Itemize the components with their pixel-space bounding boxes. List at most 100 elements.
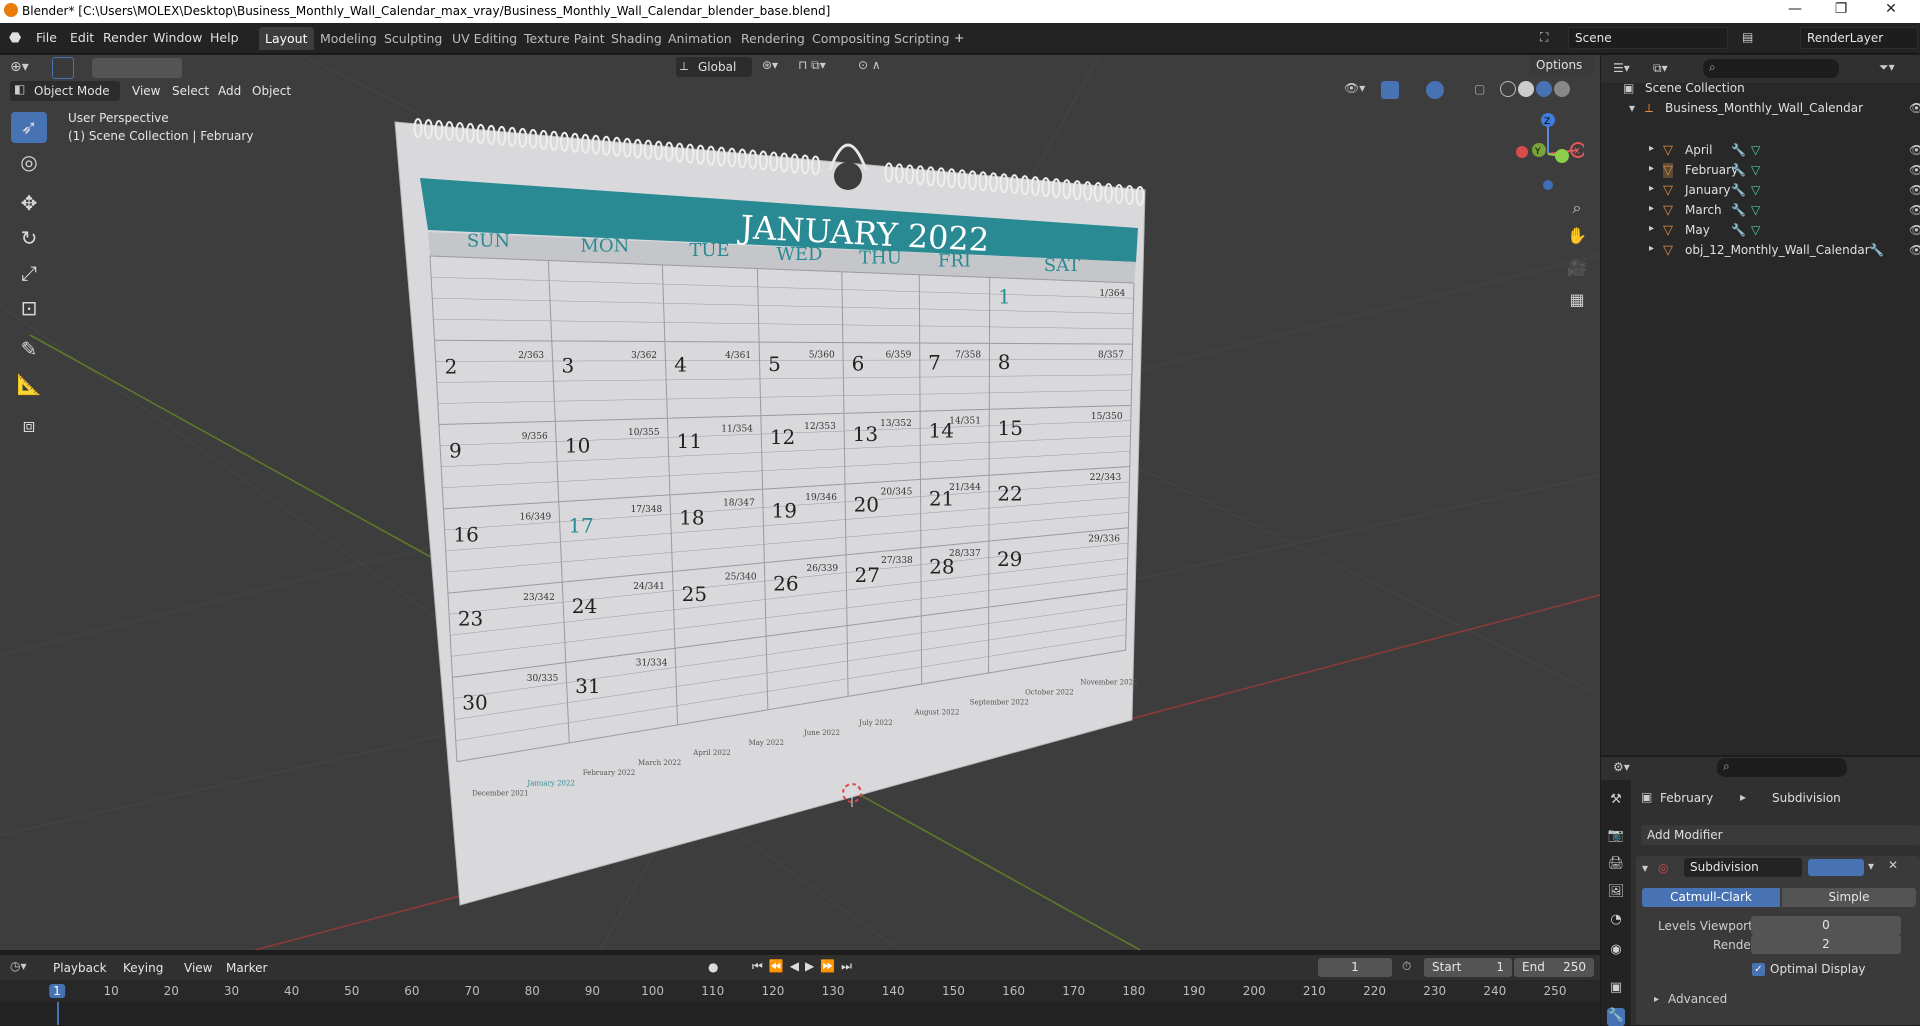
advanced-section-label[interactable]: Advanced [1668,992,1727,1006]
expand-chevron-icon[interactable]: ▾ [1629,101,1635,115]
timeline-menu-keying[interactable]: Keying [123,961,163,975]
wireframe-shading-icon[interactable] [1500,81,1516,97]
menu-help[interactable]: Help [210,30,239,45]
select-box-tool-icon[interactable] [52,57,74,79]
selection-mode-buttons[interactable] [92,58,182,78]
add-workspace-icon[interactable]: + [954,30,964,45]
close-window-button[interactable]: ✕ [1868,1,1914,17]
tab-compositing[interactable]: Compositing [806,27,896,50]
visibility-eye-icon[interactable]: 👁 [1909,203,1920,217]
visibility-eye-icon[interactable]: 👁 [1909,243,1920,257]
3d-viewport[interactable] [0,55,1600,950]
visibility-icon[interactable]: 👁▾ [1344,81,1365,95]
properties-editor-icon[interactable]: ⚙▾ [1613,760,1630,774]
menu-edit[interactable]: Edit [70,30,94,45]
move-tool-icon[interactable]: ✥ [11,188,47,219]
end-frame-field[interactable]: End 250 [1514,958,1594,977]
options-dropdown[interactable]: Options [1530,55,1594,75]
scene-name-field[interactable]: Scene [1568,27,1728,49]
rotate-tool-icon[interactable]: ↻ [11,223,47,254]
visibility-eye-icon[interactable]: 👁 [1909,163,1920,177]
menu-render[interactable]: Render [103,30,148,45]
modifier-visibility-toggles[interactable] [1808,859,1864,876]
modifier-wrench-icon[interactable]: 🔧 [1731,183,1746,197]
outliner-object-row[interactable]: ▸ ▽ January 🔧 ▽ 👁 [1601,180,1920,200]
simple-button[interactable]: Simple [1782,888,1916,907]
render-layer-icon[interactable]: ▤ [1742,30,1753,44]
tab-layout[interactable]: Layout [259,27,314,50]
view-layer-field[interactable]: RenderLayer [1800,27,1918,49]
expand-chevron-icon[interactable]: ▸ [1649,143,1654,154]
cursor-tool-icon[interactable]: ◎ [11,147,47,178]
viewport-menu-view[interactable]: View [132,84,160,98]
annotate-tool-icon[interactable]: ✎ [11,334,47,365]
scene-icon[interactable]: ⛶ [1540,30,1548,45]
record-keyframe-icon[interactable]: ● [708,960,718,974]
outliner-object-row[interactable]: ▸ ▽ obj_12_Monthly_Wall_Calendar 🔧 👁 [1601,240,1920,260]
ortho-toggle-icon[interactable]: ▦ [1565,288,1589,312]
tab-scripting[interactable]: Scripting [888,27,956,50]
visibility-eye-icon[interactable]: 👁 [1909,101,1920,115]
xray-toggle-icon[interactable]: ▢ [1474,82,1485,96]
catmull-clark-button[interactable]: Catmull-Clark [1642,888,1780,907]
world-tab-icon[interactable]: ◉ [1607,942,1625,960]
modifier-wrench-icon[interactable]: 🔧 [1731,143,1746,157]
viewport-menu-object[interactable]: Object [252,84,291,98]
current-frame-field[interactable]: 1 [1318,958,1392,977]
blender-menu-icon[interactable]: ⬣ [9,30,25,46]
transform-orientation-dropdown[interactable]: ⟂ Global [676,57,752,77]
outliner-scene-collection[interactable]: ▣ Scene Collection [1601,78,1920,98]
expand-chevron-icon[interactable]: ▸ [1649,163,1654,174]
proportional-edit-icon[interactable]: ⊙ ∧ [858,58,881,72]
navigation-gizmo[interactable]: Z X Y [1512,110,1586,190]
outliner-object-row[interactable]: ▸ ▽ April 🔧 ▽ 👁 [1601,140,1920,160]
advanced-expand-icon[interactable]: ▸ [1654,994,1659,1005]
visibility-eye-icon[interactable]: 👁 [1909,143,1920,157]
outliner-object-row[interactable]: ▸ ▽ February 🔧 ▽ 👁 [1601,160,1920,180]
rendered-shading-icon[interactable] [1554,81,1570,97]
timeline-track-area[interactable] [0,1002,1600,1025]
tab-sculpting[interactable]: Sculpting [378,27,448,50]
camera-view-icon[interactable]: 🎥 [1565,256,1589,280]
tab-shading[interactable]: Shading [605,27,668,50]
mesh-data-icon[interactable]: ▽ [1751,143,1760,157]
mesh-data-icon[interactable]: ▽ [1751,163,1760,177]
mode-selector[interactable]: ◧ Object Mode [10,81,120,101]
select-tool-icon[interactable]: ➶ [11,112,47,143]
outliner-collection-row[interactable]: ▾ ⟂ Business_Monthly_Wall_Calendar 👁 [1601,98,1920,118]
snap-icon[interactable]: ⊓ ⧉▾ [798,58,826,73]
modifier-name-input[interactable]: Subdivision [1684,858,1802,877]
viewport-menu-add[interactable]: Add [218,84,241,98]
start-frame-field[interactable]: Start 1 [1424,958,1512,977]
tab-uv-editing[interactable]: UV Editing [446,27,523,50]
levels-viewport-field[interactable]: 0 [1751,916,1901,935]
output-tab-icon[interactable]: 🖨 [1607,856,1625,874]
viewport-menu-select[interactable]: Select [172,84,209,98]
modifier-wrench-icon[interactable]: 🔧 [1731,203,1746,217]
menu-file[interactable]: File [36,30,57,45]
remove-modifier-icon[interactable]: ✕ [1888,858,1898,872]
collapse-chevron-icon[interactable]: ▾ [1642,861,1648,875]
mesh-data-icon[interactable]: ▽ [1751,203,1760,217]
timeline-menu-view[interactable]: View [184,961,212,975]
expand-chevron-icon[interactable]: ▸ [1649,223,1654,234]
render-tab-icon[interactable]: 📷 [1607,828,1625,846]
maximize-button[interactable]: ❐ [1818,1,1864,17]
properties-search-input[interactable]: ⌕ [1717,758,1847,777]
menu-window[interactable]: Window [153,30,202,45]
object-tab-icon[interactable]: ▣ [1607,980,1625,998]
mesh-data-icon[interactable]: ▽ [1751,223,1760,237]
outliner-object-row[interactable]: ▸ ▽ May 🔧 ▽ 👁 [1601,220,1920,240]
modifier-wrench-icon[interactable]: 🔧 [1869,243,1884,257]
timeline-ruler[interactable]: 1 10 20 30 40 50 60 70 80 90 100 110 120 130 140 150 160… [0,980,1600,1002]
outliner-search-input[interactable]: ⌕ [1703,59,1839,78]
editor-type-icon[interactable]: ⊕▾ [10,59,29,75]
filter-icon[interactable]: ⏷▾ [1879,60,1895,75]
tab-animation[interactable]: Animation [662,27,738,50]
add-cube-tool-icon[interactable]: ⧈ [11,410,47,441]
modifier-tab-icon[interactable]: 🔧 [1607,1008,1625,1026]
timeline-menu-marker[interactable]: Marker [226,961,267,975]
visibility-eye-icon[interactable]: 👁 [1909,223,1920,237]
expand-chevron-icon[interactable]: ▸ [1649,183,1654,194]
expand-chevron-icon[interactable]: ▸ [1649,243,1654,254]
